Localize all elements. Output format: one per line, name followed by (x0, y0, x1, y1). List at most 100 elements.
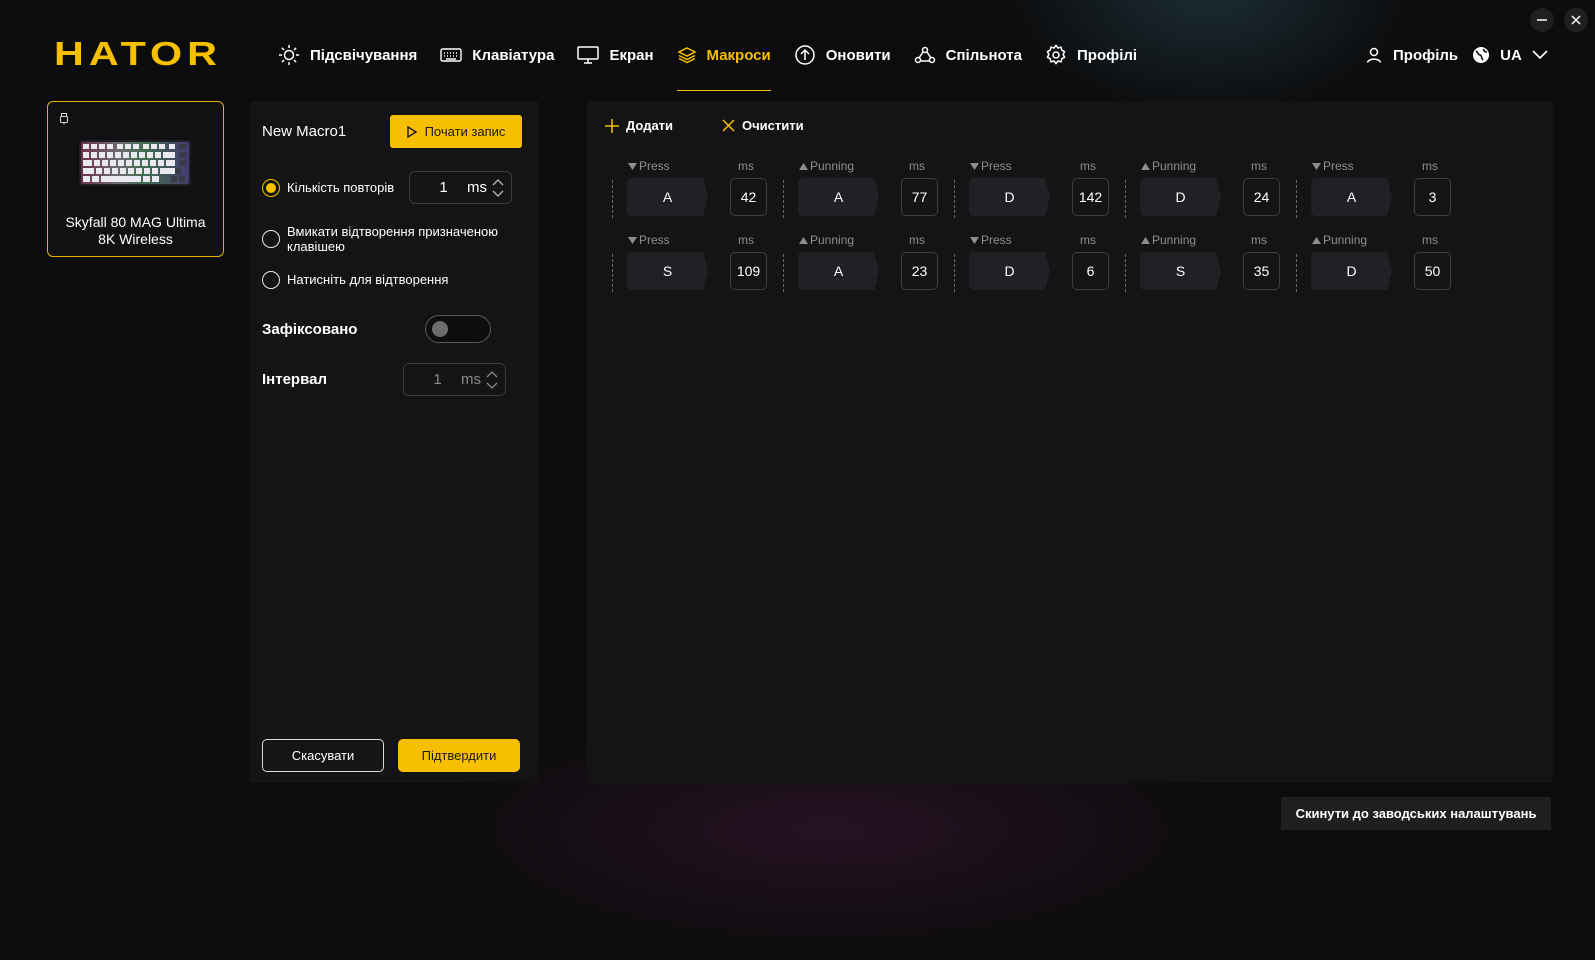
assigned-key-option[interactable]: Вмикати відтворення призначеною клавішею (262, 224, 517, 254)
profile-button[interactable]: Профіль (1365, 46, 1458, 64)
event-type-header[interactable]: Press (628, 159, 670, 173)
event-delay-input[interactable]: 35 (1243, 252, 1280, 290)
event-separator (1125, 254, 1126, 292)
fixed-toggle[interactable] (425, 315, 491, 343)
event-separator (1296, 254, 1297, 292)
stepper-icon[interactable] (485, 368, 499, 392)
assigned-key-label: Вмикати відтворення призначеною клавішею (287, 224, 499, 254)
event-type-label: Press (639, 159, 670, 173)
triangle-up-icon (799, 162, 808, 170)
stepper-icon[interactable] (491, 176, 505, 200)
event-type-header[interactable]: Press (1312, 159, 1354, 173)
press-to-play-option[interactable]: Натисніть для відтворення (262, 271, 448, 289)
nav-tab-2[interactable]: Екран (577, 40, 654, 70)
event-type-header[interactable]: Press (628, 233, 670, 247)
event-key[interactable]: D (1311, 252, 1392, 290)
event-delay-input[interactable]: 42 (730, 178, 767, 216)
event-delay-input[interactable]: 77 (901, 178, 938, 216)
event-delay-input[interactable]: 3 (1414, 178, 1451, 216)
nav-tab-6[interactable]: Профілі (1045, 40, 1137, 70)
event-type-label: Punning (1323, 233, 1368, 247)
nav-tab-label: Клавіатура (472, 46, 555, 64)
repeat-count-unit: ms (467, 179, 487, 196)
logo-text: HATOR (54, 38, 222, 70)
event-type-label: Press (981, 159, 1012, 173)
minimize-button[interactable] (1530, 8, 1554, 32)
nav-tab-0[interactable]: Підсвічування (278, 40, 417, 70)
clear-button[interactable]: Очистити (722, 118, 804, 133)
interval-input[interactable]: 1 ms (403, 363, 506, 396)
interval-value: 1 (433, 371, 442, 388)
community-icon (914, 45, 936, 65)
confirm-button[interactable]: Підтвердити (398, 739, 520, 772)
event-key[interactable]: D (969, 178, 1050, 216)
press-to-play-radio[interactable] (262, 271, 280, 289)
event-delay-input[interactable]: 24 (1243, 178, 1280, 216)
event-key[interactable]: S (627, 252, 708, 290)
event-separator (783, 180, 784, 218)
account-area: Профіль UA (1365, 40, 1548, 70)
start-recording-button[interactable]: Почати запис (390, 115, 522, 148)
event-type-header[interactable]: Punning (1141, 233, 1196, 247)
event-type-label: Press (639, 233, 670, 247)
event-type-header[interactable]: Punning (799, 233, 854, 247)
event-key[interactable]: A (798, 178, 879, 216)
ms-header: ms (1422, 159, 1438, 173)
event-delay-input[interactable]: 109 (730, 252, 767, 290)
event-separator (612, 180, 613, 218)
cancel-button[interactable]: Скасувати (262, 739, 384, 772)
repeat-count-input[interactable]: 1 ms (409, 171, 512, 204)
nav-tab-5[interactable]: Спільнота (914, 40, 1022, 70)
profile-label: Профіль (1393, 46, 1459, 64)
event-type-header[interactable]: Punning (1141, 159, 1196, 173)
event-key[interactable]: A (798, 252, 879, 290)
macro-settings-panel: New Macro1 Почати запис Кількість повтор… (249, 101, 539, 783)
repeat-count-radio[interactable] (262, 179, 280, 197)
nav-tab-4[interactable]: Оновити (794, 40, 891, 70)
event-type-label: Press (1323, 159, 1354, 173)
add-button[interactable]: Додати (605, 118, 673, 133)
nav-tab-1[interactable]: Клавіатура (440, 40, 554, 70)
device-name: Skyfall 80 MAG Ultima 8K Wireless (65, 214, 206, 247)
clear-label: Очистити (742, 118, 804, 133)
event-delay-input[interactable]: 142 (1072, 178, 1109, 216)
event-type-header[interactable]: Press (970, 233, 1012, 247)
event-type-header[interactable]: Press (970, 159, 1012, 173)
nav-tab-3[interactable]: Макроси (676, 40, 771, 91)
event-key[interactable]: S (1140, 252, 1221, 290)
ms-header: ms (738, 159, 754, 173)
event-delay-input[interactable]: 6 (1072, 252, 1109, 290)
event-type-header[interactable]: Punning (1312, 233, 1367, 247)
start-recording-label: Почати запис (424, 124, 506, 139)
close-icon (722, 119, 735, 132)
macro-event: Press ms A 3 (1296, 157, 1467, 231)
repeat-count-option[interactable]: Кількість повторів (262, 179, 394, 197)
close-button[interactable] (1564, 8, 1588, 32)
macro-event: Press ms D 142 (954, 157, 1125, 231)
event-type-header[interactable]: Punning (799, 159, 854, 173)
event-type-label: Press (981, 233, 1012, 247)
event-key[interactable]: D (969, 252, 1050, 290)
triangle-down-icon (970, 162, 979, 170)
ms-header: ms (909, 159, 925, 173)
macro-name[interactable]: New Macro1 (262, 123, 346, 140)
chevron-down-icon (1532, 50, 1548, 60)
language-selector[interactable]: UA (1472, 46, 1548, 64)
ms-header: ms (1080, 233, 1096, 247)
factory-reset-button[interactable]: Скинути до заводських налаштувань (1281, 797, 1551, 830)
minimize-icon (1537, 19, 1547, 21)
event-key[interactable]: D (1140, 178, 1221, 216)
nav-tab-label: Підсвічування (310, 46, 418, 64)
event-separator (612, 254, 613, 292)
event-delay-input[interactable]: 50 (1414, 252, 1451, 290)
device-card[interactable]: Skyfall 80 MAG Ultima 8K Wireless (47, 101, 224, 257)
macro-event-grid: Press ms A 42 Punning ms A 77 Press ms D 142 Punning… (612, 157, 1467, 305)
fixed-label: Зафіксовано (262, 321, 358, 338)
event-key[interactable]: A (1311, 178, 1392, 216)
event-delay-input[interactable]: 23 (901, 252, 938, 290)
event-key[interactable]: A (627, 178, 708, 216)
macro-row: Press ms A 42 Punning ms A 77 Press ms D 142 Punning… (612, 157, 1467, 231)
play-icon (406, 125, 417, 138)
ms-header: ms (1251, 233, 1267, 247)
assigned-key-radio[interactable] (262, 230, 280, 248)
